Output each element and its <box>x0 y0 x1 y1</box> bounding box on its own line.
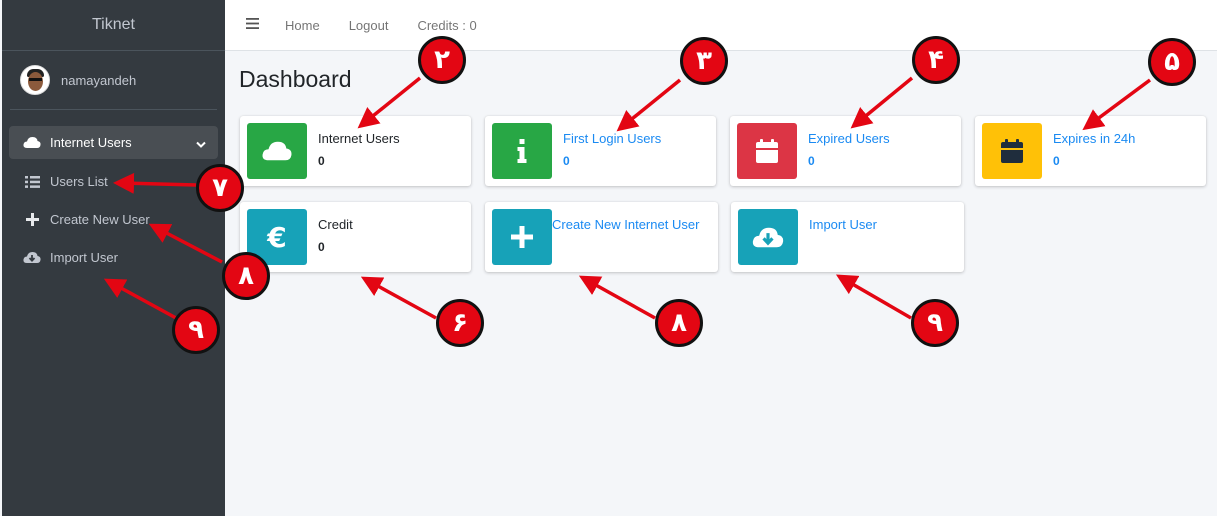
expired-users-card[interactable]: Expired Users 0 <box>730 116 961 186</box>
sidebar-item-create-new-user[interactable]: Create New User <box>9 201 218 238</box>
sidebar-item-internet-users[interactable]: Internet Users <box>9 126 218 159</box>
sidebar-item-label: Users List <box>50 174 108 189</box>
internet-users-card[interactable]: Internet Users 0 <box>240 116 471 186</box>
arrow-8-card <box>578 275 656 320</box>
sidebar: Tiknet namayandeh Internet Users Users L… <box>2 0 225 516</box>
arrow-9-card <box>835 274 912 320</box>
card-value: 0 <box>563 154 570 168</box>
page-title: Dashboard <box>239 66 352 92</box>
plus-icon <box>492 209 552 265</box>
card-label: Credit <box>318 217 353 232</box>
annotation-badge-3: ۳ <box>680 37 728 85</box>
sidebar-item-import-user[interactable]: Import User <box>9 239 218 276</box>
annotation-badge-5: ۵ <box>1148 38 1196 86</box>
cloud-icon <box>247 123 307 179</box>
user-panel[interactable]: namayandeh <box>10 51 217 110</box>
annotation-badge-8-card: ۸ <box>655 299 703 347</box>
first-login-users-card[interactable]: First Login Users 0 <box>485 116 716 186</box>
card-label[interactable]: Import User <box>809 217 877 232</box>
arrow-6 <box>360 276 437 320</box>
plus-icon <box>22 213 42 226</box>
cloud-icon <box>22 136 42 149</box>
card-label[interactable]: Expired Users <box>808 131 890 146</box>
sidebar-item-label: Create New User <box>50 212 150 227</box>
card-label[interactable]: Create New Internet User <box>552 217 699 232</box>
cloud-download-icon <box>738 209 798 265</box>
annotation-badge-4: ۴ <box>912 36 960 84</box>
card-value: 0 <box>808 154 815 168</box>
logout-link[interactable]: Logout <box>349 18 389 33</box>
credits-link[interactable]: Credits : 0 <box>417 18 476 33</box>
card-value: 0 <box>1053 154 1060 168</box>
sidebar-item-label: Import User <box>50 250 118 265</box>
annotation-badge-9-sidebar: ۹ <box>172 306 220 354</box>
annotation-badge-8-sidebar: ۸ <box>222 252 270 300</box>
annotation-badge-2: ۲ <box>418 36 466 84</box>
import-user-card[interactable]: Import User <box>731 202 964 272</box>
list-icon <box>22 175 42 188</box>
brand-link[interactable]: Tiknet <box>2 0 225 51</box>
card-value: 0 <box>318 240 325 254</box>
sidebar-item-label: Internet Users <box>50 135 132 150</box>
user-name: namayandeh <box>61 72 137 88</box>
brand-text: Tiknet <box>92 16 135 33</box>
annotation-badge-9-card: ۹ <box>911 299 959 347</box>
create-new-internet-user-card[interactable]: Create New Internet User <box>485 202 718 272</box>
cloud-download-icon <box>22 251 42 264</box>
expires-in-24h-card[interactable]: Expires in 24h 0 <box>975 116 1206 186</box>
info-icon <box>492 123 552 179</box>
card-label[interactable]: First Login Users <box>563 131 661 146</box>
sidebar-item-users-list[interactable]: Users List <box>9 163 218 200</box>
avatar <box>20 65 50 95</box>
card-label[interactable]: Expires in 24h <box>1053 131 1135 146</box>
calendar-icon <box>982 123 1042 179</box>
annotation-badge-7: ۷ <box>196 164 244 212</box>
sidebar-nav: Internet Users Users List Create New Use… <box>2 126 225 276</box>
card-value: 0 <box>318 154 325 168</box>
home-link[interactable]: Home <box>285 18 320 33</box>
menu-toggle-icon[interactable] <box>246 16 259 34</box>
annotation-badge-6: ۶ <box>436 299 484 347</box>
credit-card[interactable]: € Credit 0 <box>240 202 471 272</box>
chevron-down-icon[interactable] <box>196 137 206 152</box>
calendar-icon <box>737 123 797 179</box>
card-label: Internet Users <box>318 131 400 146</box>
